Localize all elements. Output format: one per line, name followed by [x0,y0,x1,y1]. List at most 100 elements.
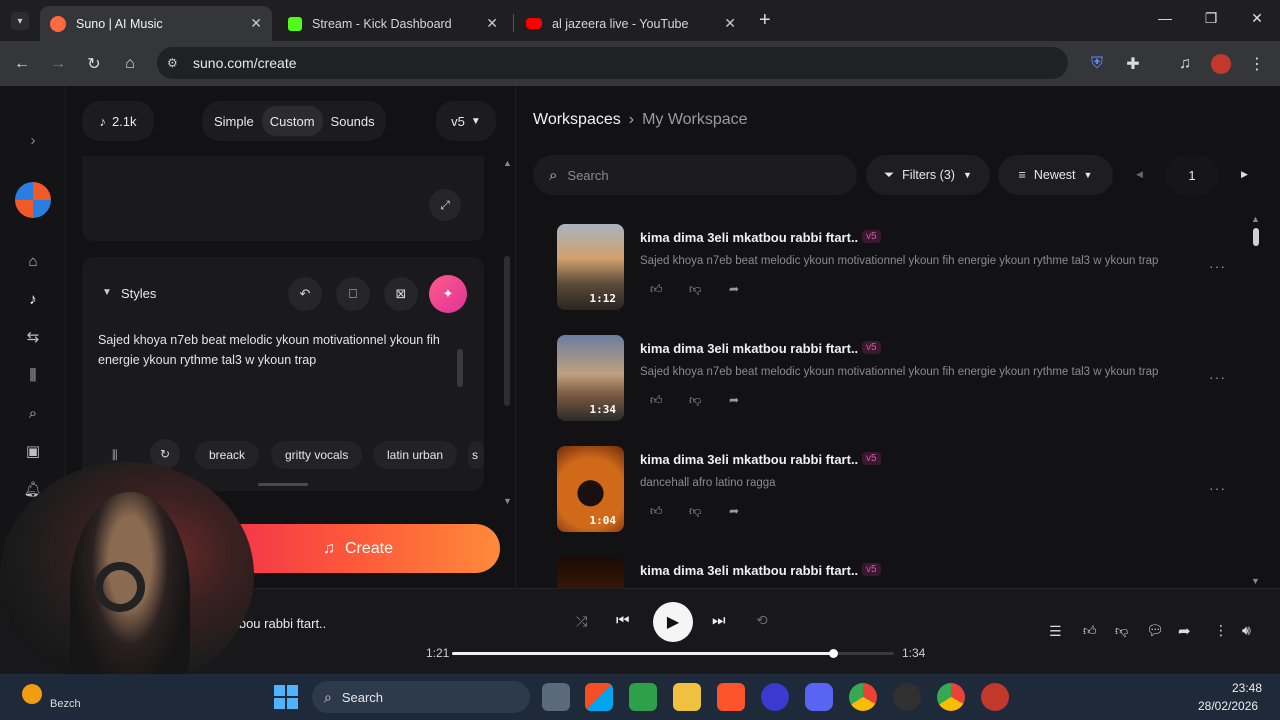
shuffle-icon[interactable]: ⤮ [576,613,587,630]
queue-icon[interactable]: ☰ [1049,623,1062,640]
media-control-icon[interactable]: ♫ [1174,53,1196,75]
more-icon[interactable]: ⋮ [1214,622,1228,639]
taskbar-search[interactable]: ⌕ Search [312,681,530,713]
restore-icon[interactable]: ❐ [1201,10,1221,27]
style-tag[interactable]: gritty vocals [271,441,363,469]
more-options-icon[interactable]: ··· [1209,258,1226,274]
scroll-up-icon[interactable]: ▲ [503,158,512,168]
store-icon[interactable] [585,683,613,711]
style-tag[interactable]: s [468,441,484,469]
collapse-chevron-icon[interactable]: ▼ [102,287,112,298]
search-box[interactable]: ⌕ Search [533,155,857,195]
sort-button[interactable]: ≡ Newest ▼ [998,155,1113,195]
comment-icon[interactable]: 💬︎ [1146,622,1164,639]
mode-simple[interactable]: Simple [206,106,262,136]
style-tag[interactable]: breack [195,441,260,469]
panel-scrollbar-thumb[interactable] [504,256,510,406]
previous-icon[interactable]: ⏮︎ [616,612,630,629]
expand-icon[interactable]: ⤢ [429,189,461,221]
chrome-icon[interactable] [849,683,877,711]
close-window-icon[interactable]: ✕ [1247,10,1267,27]
like-icon[interactable]: 👍︎ [650,504,663,519]
share-icon[interactable]: ➦ [1178,622,1191,640]
close-tab-icon[interactable]: ✕ [486,15,498,32]
site-info-icon[interactable]: ⚙ [167,56,178,70]
dislike-icon[interactable]: 👎︎ [689,504,701,519]
new-tab-icon[interactable]: + [759,9,771,32]
like-icon[interactable]: 👍︎ [650,393,663,408]
hooks-nav-icon[interactable]: ▣ [22,440,44,462]
list-scrollbar-thumb[interactable] [1253,228,1259,246]
expand-sidebar-icon[interactable]: › [22,129,44,151]
dislike-icon[interactable]: 👎︎ [689,282,701,297]
song-cover[interactable]: 1:34 [557,335,624,421]
more-options-icon[interactable]: ··· [1209,480,1226,496]
song-title[interactable]: kima dima 3eli mkatbou rabbi ftart.. [640,563,858,578]
discord-icon[interactable] [805,683,833,711]
credits-pill[interactable]: ♪ 2.1k [82,101,154,141]
list-scroll-up-icon[interactable]: ▲ [1251,214,1260,224]
weather-icon[interactable] [22,684,42,704]
song-title[interactable]: kima dima 3eli mkatbou rabbi ftart.. [640,341,858,356]
browser-menu-icon[interactable]: ⋮ [1246,53,1268,75]
obs-icon[interactable] [893,683,921,711]
like-icon[interactable]: 👍︎ [1083,623,1097,639]
progress-knob[interactable] [829,649,838,658]
song-row[interactable]: 1:04 kima dima 3eli mkatbou rabbi ftart.… [557,446,1247,546]
save-style-icon[interactable]: ⎕ [336,277,370,311]
task-view-icon[interactable] [542,683,570,711]
tab-kick[interactable]: Stream - Kick Dashboard ✕ [278,6,508,41]
song-row[interactable]: 1:34 kima dima 3eli mkatbou rabbi ftart.… [557,335,1247,435]
library-nav-icon[interactable]: ⫼ [22,364,44,386]
play-button[interactable]: ▶ [653,602,693,642]
create-nav-icon[interactable]: ♪ [22,288,44,310]
brave-icon[interactable] [717,683,745,711]
library-icon[interactable]: ⫼ [112,448,118,463]
prev-page-icon[interactable]: ◀ [1136,169,1143,180]
dislike-icon[interactable]: 👎︎ [1115,623,1128,639]
search-nav-icon[interactable]: ⌕ [22,402,44,424]
mode-custom[interactable]: Custom [261,106,323,136]
close-tab-icon[interactable]: ✕ [250,15,262,32]
close-tab-icon[interactable]: ✕ [724,15,736,32]
extension-shield-icon[interactable]: ⛨ [1086,53,1108,75]
back-icon[interactable]: ← [11,53,33,75]
file-explorer-icon[interactable] [673,683,701,711]
magic-wand-icon[interactable]: ✦ [429,275,467,313]
profile-avatar-icon[interactable] [1210,53,1232,75]
song-title[interactable]: kima dima 3eli mkatbou rabbi ftart.. [640,452,858,467]
home-nav-icon[interactable]: ⌂ [22,250,44,272]
share-icon[interactable]: ➦ [729,393,739,407]
next-icon[interactable]: ⏭︎ [712,612,726,629]
style-tag[interactable]: latin urban [373,441,458,469]
chrome-profile-icon[interactable] [937,683,965,711]
breadcrumb-workspaces[interactable]: Workspaces [533,111,621,129]
reload-icon[interactable]: ↻ [83,53,105,75]
styles-textarea[interactable]: Sajed khoya n7eb beat melodic ykoun moti… [98,330,456,370]
song-title[interactable]: kima dima 3eli mkatbou rabbi ftart.. [640,230,858,245]
scroll-down-icon[interactable]: ▼ [503,496,512,506]
app-icon[interactable] [761,683,789,711]
extensions-puzzle-icon[interactable]: ✚ [1122,53,1144,75]
clear-style-icon[interactable]: ⊠ [384,277,418,311]
tab-youtube[interactable]: al jazeera live - YouTube ✕ [516,6,746,41]
repeat-icon[interactable]: ⟲ [756,612,768,629]
styles-scrollbar[interactable] [457,349,463,387]
studio-nav-icon[interactable]: ⇆ [22,326,44,348]
song-row[interactable]: 1:12 kima dima 3eli mkatbou rabbi ftart.… [557,224,1247,324]
progress-track[interactable] [452,649,894,658]
filters-button[interactable]: ⏷ Filters (3) ▼ [866,155,990,195]
create-button[interactable]: ♫ Create [216,524,500,573]
mode-sounds[interactable]: Sounds [323,106,383,136]
next-page-icon[interactable]: ▶ [1241,169,1248,180]
like-icon[interactable]: 👍︎ [650,282,663,297]
recorder-icon[interactable] [981,683,1009,711]
forward-icon[interactable]: → [47,53,69,75]
tab-search-chevron-icon[interactable]: ▾ [11,12,29,30]
calculator-icon[interactable] [629,683,657,711]
song-cover[interactable]: 1:12 [557,224,624,310]
share-icon[interactable]: ➦ [729,282,739,296]
more-options-icon[interactable]: ··· [1209,369,1226,385]
undo-icon[interactable]: ↶ [288,277,322,311]
minimize-icon[interactable]: — [1155,10,1175,26]
